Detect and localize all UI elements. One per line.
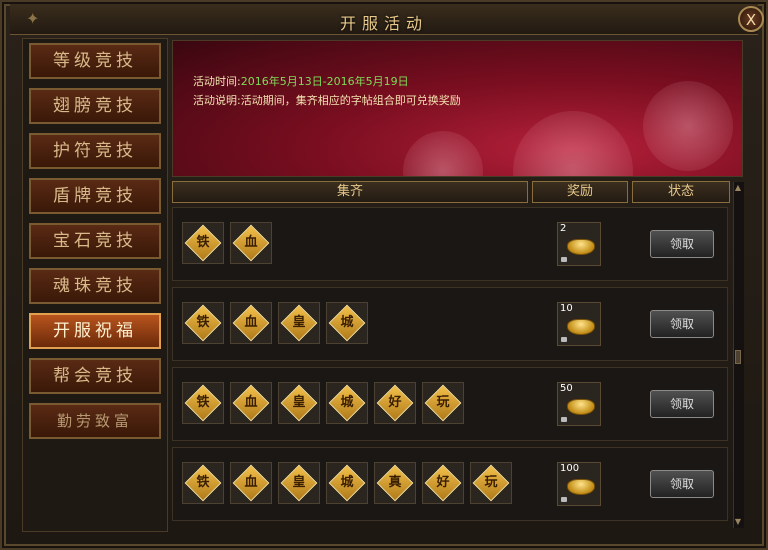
close-button[interactable]: X xyxy=(738,6,764,32)
reward-slot[interactable]: 2 xyxy=(557,222,601,266)
lock-icon xyxy=(561,257,567,262)
char-label: 铁 xyxy=(196,475,210,490)
char-tile: 血 xyxy=(230,382,272,424)
event-time-value: 2016年5月13日-2016年5月19日 xyxy=(240,75,409,88)
char-label: 皇 xyxy=(292,315,306,330)
char-label: 好 xyxy=(388,395,402,410)
char-tile: 血 xyxy=(230,462,272,504)
reward-slot[interactable]: 100 xyxy=(557,462,601,506)
char-label: 铁 xyxy=(196,395,210,410)
char-label: 玩 xyxy=(484,475,498,490)
claim-button[interactable]: 领取 xyxy=(650,230,714,258)
scroll-down-icon[interactable]: ▼ xyxy=(733,516,743,528)
gold-ingot-icon xyxy=(567,239,595,255)
table-row: 铁 血 皇 城 好 玩 50 领取 xyxy=(172,367,728,441)
header-collect: 集齐 xyxy=(172,181,528,203)
event-description: 活动说明:活动期间，集齐相应的字帖组合即可兑换奖励 xyxy=(193,92,461,108)
sidebar-item-level[interactable]: 等级竞技 xyxy=(29,43,161,79)
char-tile: 铁 xyxy=(182,222,224,264)
gold-ingot-icon xyxy=(567,479,595,495)
claim-button[interactable]: 领取 xyxy=(650,470,714,498)
claim-button[interactable]: 领取 xyxy=(650,390,714,418)
char-tile: 城 xyxy=(326,462,368,504)
char-tile: 铁 xyxy=(182,382,224,424)
char-label: 铁 xyxy=(196,315,210,330)
char-label: 城 xyxy=(340,315,354,330)
char-label: 真 xyxy=(388,475,402,490)
char-label: 城 xyxy=(340,475,354,490)
char-tile: 真 xyxy=(374,462,416,504)
event-time-label: 活动时间: xyxy=(193,75,241,88)
firework-decoration xyxy=(513,111,633,176)
sidebar-item-gem[interactable]: 宝石竞技 xyxy=(29,223,161,259)
reward-count: 50 xyxy=(560,383,573,394)
lock-icon xyxy=(561,417,567,422)
table-row: 铁 血 2 领取 xyxy=(172,207,728,281)
title-bar: ✦ 开服活动 xyxy=(10,4,758,35)
char-label: 城 xyxy=(340,395,354,410)
sidebar-item-guild[interactable]: 帮会竞技 xyxy=(29,358,161,394)
reward-count: 10 xyxy=(560,303,573,314)
char-label: 血 xyxy=(244,475,258,490)
event-desc-value: 活动期间，集齐相应的字帖组合即可兑换奖励 xyxy=(240,94,461,107)
firework-decoration xyxy=(643,81,733,171)
char-label: 皇 xyxy=(292,395,306,410)
sidebar: 等级竞技 翅膀竞技 护符竞技 盾牌竞技 宝石竞技 魂珠竞技 开服祝福 帮会竞技 … xyxy=(22,38,168,532)
char-tile: 皇 xyxy=(278,302,320,344)
reward-slot[interactable]: 50 xyxy=(557,382,601,426)
sidebar-item-shield[interactable]: 盾牌竞技 xyxy=(29,178,161,214)
sidebar-item-blessing[interactable]: 开服祝福 xyxy=(29,313,161,349)
char-tile: 血 xyxy=(230,302,272,344)
reward-count: 100 xyxy=(560,463,580,474)
char-label: 血 xyxy=(244,235,258,250)
sidebar-item-wings[interactable]: 翅膀竞技 xyxy=(29,88,161,124)
sidebar-item-diligence[interactable]: 勤劳致富 xyxy=(29,403,161,439)
sidebar-item-amulet[interactable]: 护符竞技 xyxy=(29,133,161,169)
char-label: 血 xyxy=(244,315,258,330)
char-tile: 城 xyxy=(326,302,368,344)
char-tile: 铁 xyxy=(182,302,224,344)
scroll-thumb[interactable] xyxy=(735,350,741,364)
table-row: 铁 血 皇 城 真 好 玩 100 领取 xyxy=(172,447,728,521)
char-tile: 皇 xyxy=(278,462,320,504)
header-status: 状态 xyxy=(632,181,730,203)
reward-count: 2 xyxy=(560,223,567,234)
lock-icon xyxy=(561,337,567,342)
header-reward: 奖励 xyxy=(532,181,628,203)
char-tile: 皇 xyxy=(278,382,320,424)
event-banner: 活动时间:2016年5月13日-2016年5月19日 活动说明:活动期间，集齐相… xyxy=(172,40,743,177)
char-label: 皇 xyxy=(292,475,306,490)
firework-decoration xyxy=(403,131,483,176)
reward-slot[interactable]: 10 xyxy=(557,302,601,346)
char-tile: 好 xyxy=(374,382,416,424)
char-tile: 铁 xyxy=(182,462,224,504)
sidebar-item-soul-bead[interactable]: 魂珠竞技 xyxy=(29,268,161,304)
window-title: 开服活动 xyxy=(339,14,428,33)
gold-ingot-icon xyxy=(567,399,595,415)
char-label: 玩 xyxy=(436,395,450,410)
event-time: 活动时间:2016年5月13日-2016年5月19日 xyxy=(193,73,409,89)
claim-button[interactable]: 领取 xyxy=(650,310,714,338)
char-tile: 玩 xyxy=(422,382,464,424)
char-tile: 血 xyxy=(230,222,272,264)
char-label: 血 xyxy=(244,395,258,410)
char-label: 好 xyxy=(436,475,450,490)
event-desc-label: 活动说明: xyxy=(193,94,241,107)
table-row: 铁 血 皇 城 10 领取 xyxy=(172,287,728,361)
char-tile: 玩 xyxy=(470,462,512,504)
char-tile: 好 xyxy=(422,462,464,504)
gold-ingot-icon xyxy=(567,319,595,335)
char-label: 铁 xyxy=(196,235,210,250)
char-tile: 城 xyxy=(326,382,368,424)
lock-icon xyxy=(561,497,567,502)
activity-window: ✦ 开服活动 X 等级竞技 翅膀竞技 护符竞技 盾牌竞技 宝石竞技 魂珠竞技 开… xyxy=(0,0,768,550)
scroll-up-icon[interactable]: ▲ xyxy=(733,182,743,194)
